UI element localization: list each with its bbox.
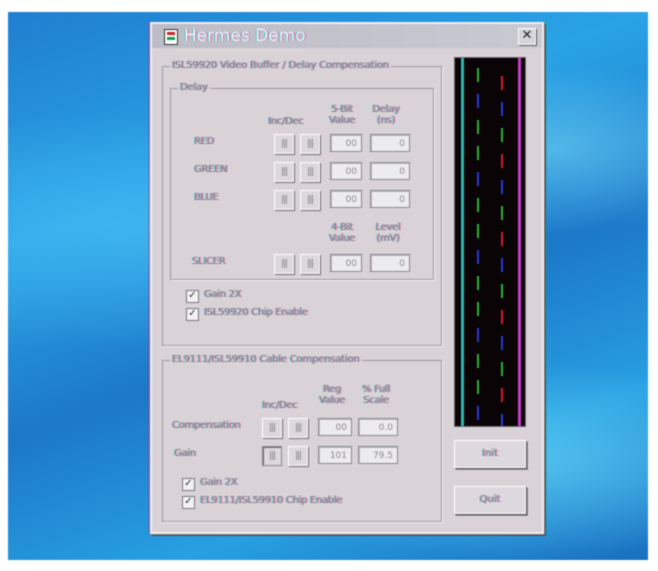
green-value-field[interactable]: 00: [330, 162, 362, 180]
isl59920-enable-checkbox[interactable]: ✓: [186, 308, 199, 321]
red-value-field[interactable]: 00: [330, 134, 362, 152]
quit-button[interactable]: Quit: [454, 486, 526, 514]
preview-dash: [501, 362, 503, 376]
value-4bit-header: 4-Bit Value: [329, 222, 355, 244]
delay-ns-header: Delay (ns): [372, 104, 400, 126]
cable-gain-2x-checkbox[interactable]: ✓: [182, 478, 195, 491]
value-5bit-header: 5-Bit Value: [329, 104, 355, 126]
slicer-label: SLICER: [192, 256, 226, 267]
window-title: Hermes Demo: [184, 26, 306, 46]
preview-dash: [501, 102, 503, 116]
preview-dash: [477, 172, 479, 186]
preview-dash: [477, 354, 479, 368]
incdec-header: Inc/Dec: [268, 116, 304, 127]
slicer-inc-button[interactable]: |||: [274, 254, 294, 274]
compensation-inc-button[interactable]: |||: [262, 418, 282, 438]
close-icon[interactable]: ✕: [518, 28, 536, 45]
preview-dash: [501, 154, 503, 168]
slicer-value-field[interactable]: 00: [330, 254, 362, 272]
preview-dash: [477, 224, 479, 238]
green-label: GREEN: [194, 164, 228, 175]
preview-stripes: [461, 58, 521, 428]
compensation-value-field[interactable]: 00: [318, 418, 352, 436]
preview-dash: [477, 380, 479, 394]
blue-value-field[interactable]: 00: [330, 190, 362, 208]
gain-dec-button[interactable]: |||: [288, 446, 308, 466]
gain-value-field[interactable]: 101: [318, 446, 352, 464]
preview-dash: [501, 206, 503, 220]
gain-scale-field[interactable]: 79.5: [358, 446, 398, 464]
preview-dash: [477, 94, 479, 108]
red-label: RED: [194, 136, 215, 147]
dash-lines: [477, 68, 503, 428]
preview-dash: [501, 258, 503, 272]
blue-dec-button[interactable]: |||: [300, 190, 320, 210]
compensation-dec-button[interactable]: |||: [288, 418, 308, 438]
preview-dash: [477, 120, 479, 134]
preview-dash: [501, 414, 503, 428]
gain-inc-button[interactable]: |||: [262, 446, 282, 466]
preview-dash: [477, 68, 479, 82]
video-buffer-legend: ISL59920 Video Buffer / Delay Compensati…: [170, 60, 391, 71]
cyan-edge-line: [461, 58, 464, 426]
preview-dash: [501, 232, 503, 246]
preview-dash: [477, 406, 479, 420]
preview-dash: [477, 250, 479, 264]
video-preview-panel: [454, 57, 526, 428]
compensation-scale-field[interactable]: 0.0: [358, 418, 398, 436]
reg-value-header: Reg Value: [319, 384, 345, 406]
red-delay-field[interactable]: 0: [370, 134, 410, 152]
blue-label: BLUE: [194, 192, 219, 203]
green-delay-field[interactable]: 0: [370, 162, 410, 180]
blue-delay-field[interactable]: 0: [370, 190, 410, 208]
preview-dash: [477, 276, 479, 290]
app-icon: [164, 29, 178, 45]
el9111-enable-label: EL9111/ISL59910 Chip Enable: [200, 495, 343, 506]
pct-full-scale-header: % Full Scale: [362, 384, 390, 406]
preview-dash: [501, 180, 503, 194]
cable-incdec-header: Inc/Dec: [262, 400, 298, 411]
el9111-enable-checkbox[interactable]: ✓: [182, 496, 195, 509]
title-bar[interactable]: Hermes Demo ✕: [152, 24, 542, 48]
preview-dash: [501, 310, 503, 324]
video-gain-2x-label: Gain 2X: [204, 289, 242, 300]
compensation-label: Compensation: [172, 420, 241, 431]
red-dec-button[interactable]: |||: [300, 134, 320, 154]
cable-gain-2x-label: Gain 2X: [200, 477, 238, 488]
slicer-dec-button[interactable]: |||: [300, 254, 320, 274]
preview-dash: [501, 76, 503, 90]
preview-dash: [501, 388, 503, 402]
preview-dash: [477, 146, 479, 160]
preview-dash: [501, 128, 503, 142]
preview-dash: [477, 302, 479, 316]
preview-dash: [501, 336, 503, 350]
magenta-edge-line: [518, 58, 521, 426]
green-inc-button[interactable]: |||: [274, 162, 294, 182]
red-inc-button[interactable]: |||: [274, 134, 294, 154]
level-mv-header: Level (mV): [375, 222, 401, 244]
preview-dash: [477, 198, 479, 212]
green-dec-button[interactable]: |||: [300, 162, 320, 182]
cable-compensation-legend: EL9111/ISL59910 Cable Compensation: [170, 354, 362, 365]
init-button[interactable]: Init: [454, 440, 526, 468]
delay-legend: Delay: [178, 82, 210, 93]
hermes-demo-window: Hermes Demo ✕ ISL59920 Video Buffer / De…: [150, 22, 544, 534]
isl59920-enable-label: ISL59920 Chip Enable: [204, 307, 308, 318]
preview-dash: [477, 328, 479, 342]
blue-inc-button[interactable]: |||: [274, 190, 294, 210]
video-gain-2x-checkbox[interactable]: ✓: [186, 290, 199, 303]
slicer-level-field[interactable]: 0: [370, 254, 410, 272]
preview-dash: [501, 284, 503, 298]
gain-label: Gain: [174, 448, 196, 459]
